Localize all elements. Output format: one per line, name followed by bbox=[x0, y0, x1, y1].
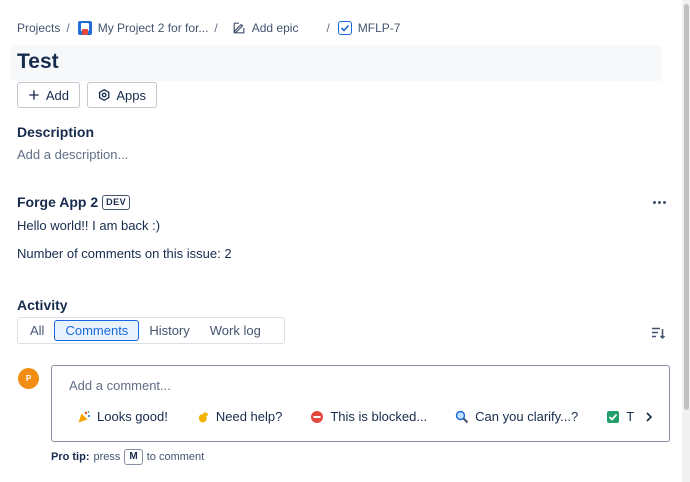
apps-button[interactable]: Apps bbox=[87, 82, 157, 108]
breadcrumb-issue-label: MFLP-7 bbox=[357, 21, 401, 35]
quick-reply-label: Looks good! bbox=[97, 409, 168, 424]
quick-reply-label: T bbox=[626, 409, 635, 424]
comment-input[interactable]: Add a comment... bbox=[69, 378, 171, 393]
breadcrumb-separator: / bbox=[214, 21, 218, 35]
pencil-icon bbox=[233, 22, 245, 34]
more-actions-button[interactable] bbox=[649, 193, 669, 211]
activity-tabs: All Comments History Work log bbox=[17, 317, 285, 344]
quick-reply-blocked[interactable]: This is blocked... bbox=[310, 409, 427, 424]
waving-hand-icon bbox=[198, 411, 209, 423]
check-box-icon bbox=[607, 410, 620, 423]
dev-badge: DEV bbox=[102, 194, 131, 210]
breadcrumb-separator: / bbox=[326, 21, 330, 35]
breadcrumb-project[interactable]: My Project 2 for for... bbox=[77, 21, 209, 35]
add-button-label: Add bbox=[45, 87, 69, 103]
quick-reply-label: Need help? bbox=[215, 409, 283, 424]
comment-composer[interactable]: Add a comment... Looks good! Need help? … bbox=[51, 365, 670, 442]
sort-order-icon[interactable] bbox=[650, 325, 666, 341]
avatar: P bbox=[18, 368, 39, 389]
dot-icon bbox=[657, 200, 661, 204]
breadcrumb-epic-label: Add epic bbox=[251, 21, 299, 35]
add-button[interactable]: Add bbox=[17, 82, 80, 108]
activity-heading: Activity bbox=[17, 297, 68, 313]
breadcrumb-projects-label: Projects bbox=[17, 21, 61, 35]
magnifier-icon bbox=[455, 410, 469, 423]
quick-reply-clarify[interactable]: Can you clarify...? bbox=[455, 409, 578, 424]
tab-all[interactable]: All bbox=[20, 320, 54, 341]
title-bar bbox=[11, 45, 662, 81]
party-popper-icon bbox=[78, 410, 90, 422]
forge-app-message: Hello world!! I am back :) bbox=[17, 218, 161, 233]
tab-work-log[interactable]: Work log bbox=[200, 320, 271, 341]
quick-reply-partial[interactable]: T bbox=[606, 409, 634, 424]
project-icon bbox=[77, 21, 92, 35]
pro-tip: Pro tip: press M to comment bbox=[51, 449, 204, 465]
quick-reply-label: Can you clarify...? bbox=[475, 409, 579, 424]
pro-tip-press: press bbox=[93, 451, 121, 463]
tab-history[interactable]: History bbox=[139, 320, 199, 341]
quick-reply-looks-good[interactable]: Looks good! bbox=[77, 409, 168, 424]
plus-icon bbox=[29, 90, 39, 100]
breadcrumb-add-epic[interactable]: Add epic bbox=[232, 21, 299, 35]
tab-comments[interactable]: Comments bbox=[54, 320, 140, 341]
pro-tip-label: Pro tip: bbox=[51, 451, 90, 463]
description-field[interactable]: Add a description... bbox=[17, 147, 128, 162]
apps-button-label: Apps bbox=[116, 87, 146, 103]
chevron-right-icon[interactable] bbox=[643, 411, 655, 423]
forge-app-title: Forge App 2 DEV bbox=[17, 194, 131, 210]
dot-icon bbox=[662, 200, 666, 204]
forge-app-comment-count: Number of comments on this issue: 2 bbox=[17, 246, 232, 261]
task-checkbox-icon bbox=[337, 21, 352, 35]
pro-tip-suffix: to comment bbox=[146, 451, 205, 463]
issue-title[interactable]: Test bbox=[17, 50, 59, 74]
forge-app-name: Forge App 2 bbox=[17, 194, 99, 210]
quick-replies: Looks good! Need help? This is blocked..… bbox=[77, 409, 662, 424]
no-entry-icon bbox=[311, 410, 324, 423]
breadcrumb-projects[interactable]: Projects bbox=[17, 21, 60, 35]
dot-icon bbox=[652, 200, 656, 204]
quick-reply-need-help[interactable]: Need help? bbox=[196, 409, 283, 424]
description-heading: Description bbox=[17, 124, 95, 140]
breadcrumb-issue-key[interactable]: MFLP-7 bbox=[337, 21, 401, 35]
scrollbar-thumb[interactable] bbox=[684, 4, 689, 410]
breadcrumb-project-label: My Project 2 for for... bbox=[97, 21, 209, 35]
breadcrumb-separator: / bbox=[66, 21, 70, 35]
apps-hexagon-icon bbox=[98, 88, 110, 102]
shortcut-key: M bbox=[124, 449, 143, 465]
breadcrumb: Projects / My Project 2 for for... / Add… bbox=[17, 20, 400, 36]
quick-reply-label: This is blocked... bbox=[330, 409, 428, 424]
